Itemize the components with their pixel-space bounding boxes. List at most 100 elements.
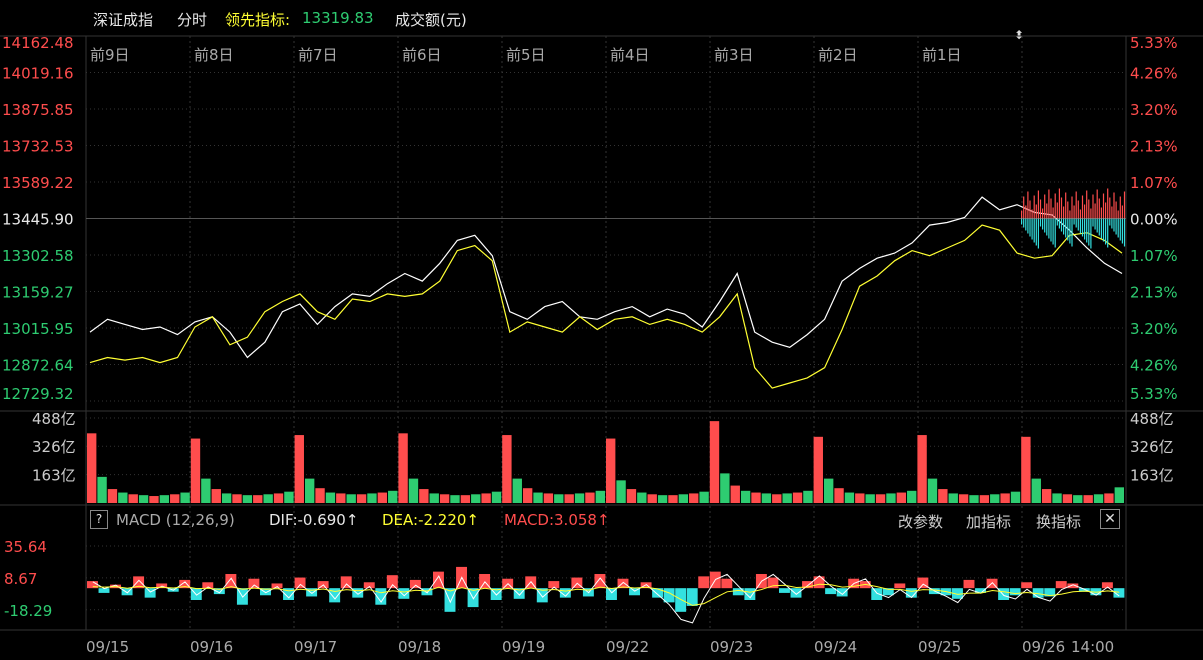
price-tick-label: 13589.22 <box>2 174 74 192</box>
volume-bar <box>875 494 886 503</box>
today-down-bar <box>1105 218 1107 245</box>
today-up-bar <box>1039 199 1042 219</box>
today-up-bar <box>1048 189 1050 219</box>
pct-tick-label: 2.13% <box>1130 138 1178 156</box>
volume-bar <box>138 495 149 503</box>
today-up-bar <box>1063 206 1065 219</box>
date-label: 09/25 <box>918 638 961 656</box>
volume-bar <box>419 489 429 503</box>
macd-bar <box>433 571 444 589</box>
volume-tick-label: 163亿 <box>32 467 76 485</box>
today-down-bar <box>1113 218 1115 232</box>
today-up-bar <box>1084 204 1086 219</box>
today-up-bar <box>1069 210 1071 219</box>
today-up-bar <box>1054 193 1056 219</box>
today-down-bar <box>1063 218 1065 235</box>
edit-params-button[interactable]: 改参数 <box>898 511 943 532</box>
pct-tick-label: 5.33% <box>1130 34 1178 52</box>
today-down-bar <box>1042 218 1044 230</box>
volume-bar <box>367 493 377 503</box>
today-up-bar <box>1100 207 1102 219</box>
macd-bar <box>594 574 606 589</box>
today-up-bar <box>1092 194 1094 219</box>
today-down-bar <box>1050 218 1052 242</box>
price-tick-label: 13875.85 <box>2 101 74 119</box>
macd-bar <box>721 578 733 589</box>
today-up-bar <box>1096 189 1098 219</box>
macd-name[interactable]: MACD (12,26,9) <box>116 511 235 529</box>
volume-bar <box>823 478 834 503</box>
volume-bar <box>1073 495 1083 503</box>
today-up-bar <box>1035 204 1037 219</box>
price-axis: 14162.48 5.33% 14019.16 4.26% 13875.85 3.20% 1… <box>2 34 1178 403</box>
pct-tick-label: 1.07% <box>1130 174 1178 192</box>
today-down-bar <box>1025 218 1027 231</box>
today-down-bar <box>1096 218 1098 233</box>
dea-value: DEA:-2.220↑ <box>382 511 480 529</box>
volume-bar <box>938 489 948 503</box>
today-down-bar <box>1046 218 1048 236</box>
add-indicator-button[interactable]: 加指标 <box>966 511 1011 532</box>
today-up-bar <box>1077 200 1079 219</box>
today-down-bar <box>1073 218 1075 225</box>
today-down-bar <box>1023 218 1025 228</box>
today-up-bar <box>1109 197 1111 219</box>
close-icon[interactable]: ✕ <box>1100 509 1120 529</box>
volume-bar <box>647 494 657 503</box>
day-label: 前8日 <box>194 46 234 64</box>
volume-bar <box>170 494 180 503</box>
today-down-bar <box>1094 218 1096 230</box>
day-label: 前6日 <box>402 46 442 64</box>
today-up-bar <box>1075 191 1077 219</box>
chart-canvas[interactable]: 14162.48 5.33% 14019.16 4.26% 13875.85 3.20% 1… <box>0 0 1203 660</box>
pct-tick-label: 3.20% <box>1130 101 1178 119</box>
today-down-bar <box>1088 218 1090 246</box>
macd-bar <box>652 588 664 598</box>
today-down-bar <box>1056 218 1058 226</box>
macd-bar <box>836 588 848 597</box>
volume-bar <box>761 493 772 503</box>
today-up-bar <box>1046 203 1048 219</box>
macd-bar <box>1009 588 1021 596</box>
volume-tick-label-right: 326亿 <box>1130 438 1174 456</box>
volume-bar <box>657 495 668 503</box>
volume-bar <box>201 478 211 503</box>
volume-bar <box>834 488 844 503</box>
switch-indicator-button[interactable]: 换指标 <box>1036 511 1081 532</box>
today-down-bar <box>1054 218 1056 248</box>
volume-bar <box>118 492 128 503</box>
pct-tick-label: 4.26% <box>1130 357 1178 375</box>
help-button[interactable]: ? <box>90 510 108 529</box>
price-tick-label: 13732.53 <box>2 138 74 156</box>
volume-bar <box>377 492 388 503</box>
volume-bar <box>522 488 533 503</box>
price-tick-label: 13302.58 <box>2 247 74 265</box>
dif-value: DIF:-0.690↑ <box>269 511 359 529</box>
date-label: 09/24 <box>814 638 857 656</box>
volume-tick-label: 326亿 <box>32 438 76 456</box>
volume-bar <box>273 493 284 503</box>
macd-bar <box>698 576 710 589</box>
macd-bar <box>352 588 364 598</box>
macd-tick-label: 35.64 <box>4 538 47 556</box>
volume-bar <box>1093 494 1104 503</box>
volume-bar <box>439 494 450 503</box>
date-label: 09/19 <box>502 638 545 656</box>
today-up-bar <box>1079 209 1081 219</box>
stock-chart-app: 深证成指 分时 领先指标: 13319.83 成交额(元) ⬍ 14162.48… <box>0 0 1203 660</box>
today-down-bar <box>1035 218 1037 246</box>
day-label: 前2日 <box>818 46 858 64</box>
volume-bar <box>221 493 232 503</box>
volume-bar <box>792 492 803 503</box>
today-down-bar <box>1079 218 1081 234</box>
today-up-bar <box>1052 207 1054 219</box>
volume-bar <box>616 480 626 503</box>
pct-tick-label: 4.26% <box>1130 65 1178 83</box>
today-down-bar <box>1031 218 1033 240</box>
volume-bar <box>1114 487 1124 503</box>
volume-bar <box>699 491 709 503</box>
today-up-bar <box>1060 197 1063 219</box>
today-up-bar <box>1065 192 1067 219</box>
macd-bar <box>779 588 790 593</box>
volume-bar <box>315 488 325 503</box>
